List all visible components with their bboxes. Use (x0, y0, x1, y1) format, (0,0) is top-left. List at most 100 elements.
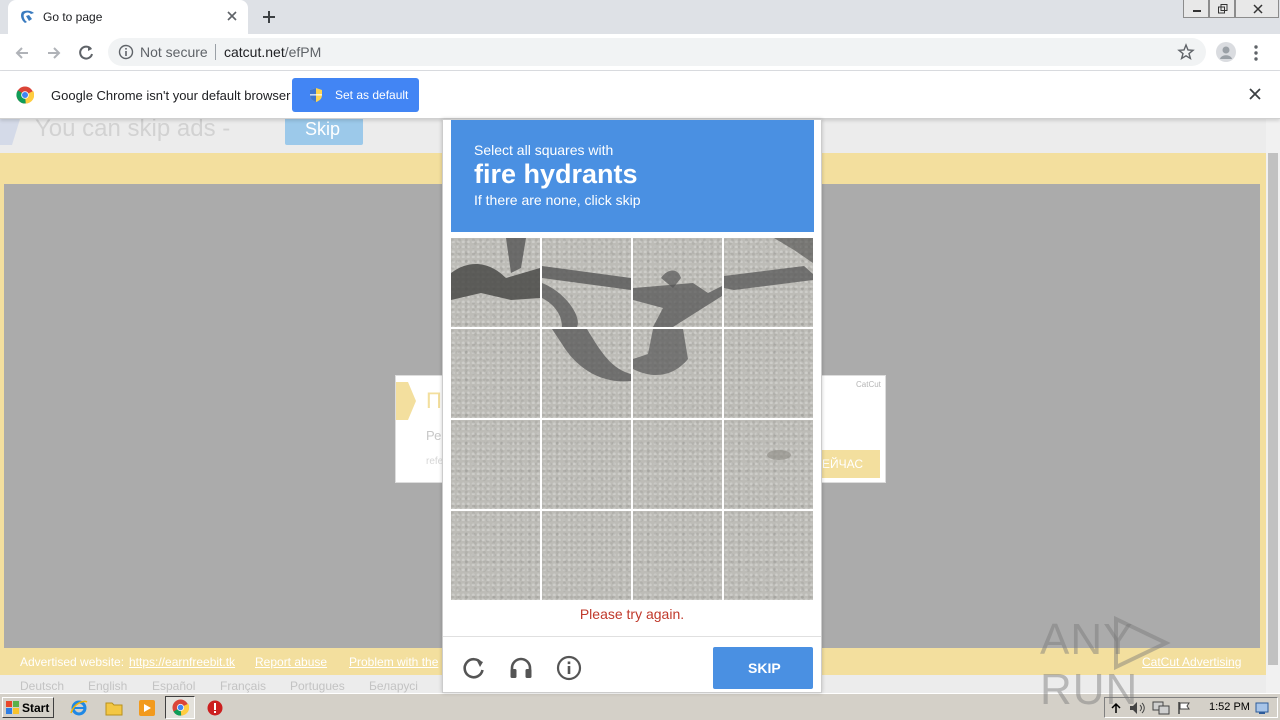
url-text: catcut.net/efPM (224, 44, 321, 60)
captcha-tile[interactable] (451, 511, 540, 600)
captcha-tile[interactable] (542, 329, 631, 418)
ad-cta-button[interactable]: ЕЙЧАС (816, 450, 880, 478)
browser-tab[interactable]: Go to page (8, 0, 248, 34)
captcha-error: Please try again. (579, 606, 685, 622)
lang-link[interactable]: Français (220, 679, 266, 693)
media-player-icon[interactable] (138, 699, 156, 717)
tile-image (542, 266, 631, 327)
menu-kebab-icon[interactable] (1253, 44, 1259, 62)
tab-strip: Go to page (0, 0, 1280, 34)
lang-link[interactable]: Беларусi (369, 679, 418, 693)
ad-cta-label: ЕЙЧАС (822, 457, 864, 471)
start-button[interactable]: Start (2, 697, 54, 718)
close-window-button[interactable] (1235, 0, 1279, 18)
set-as-default-label: Set as default (335, 88, 409, 102)
omnibox-separator (215, 44, 216, 60)
play-logo-icon (1114, 615, 1171, 671)
watermark-right: RUN (1040, 665, 1139, 714)
captcha-tile[interactable] (542, 511, 631, 600)
lang-link[interactable]: Deutsch (20, 679, 64, 693)
tile-image (552, 329, 631, 382)
captcha-instruction: Select all squares with (474, 142, 614, 158)
scrollbar-thumb[interactable] (1268, 153, 1278, 665)
close-infobar-icon[interactable] (1249, 88, 1261, 100)
profile-avatar-icon[interactable] (1216, 42, 1236, 62)
audio-challenge-icon[interactable] (508, 655, 534, 681)
lang-link[interactable]: Español (152, 679, 195, 693)
captcha-footer: SKIP (443, 636, 821, 693)
ad-line2: refe (426, 456, 444, 467)
back-arrow-icon[interactable] (12, 43, 32, 63)
url-path: /efPM (284, 44, 322, 60)
default-browser-infobar: Google Chrome isn't your default browser… (0, 71, 1280, 119)
reload-icon[interactable] (76, 43, 96, 63)
captcha-target: fire hydrants (474, 159, 638, 189)
chrome-logo-icon (16, 86, 34, 104)
person-icon (1220, 46, 1232, 59)
captcha-tile[interactable] (542, 420, 631, 509)
tab-title: Go to page (43, 10, 103, 24)
captcha-tile[interactable] (724, 420, 813, 509)
skip-ads-text: You can skip ads - (35, 119, 231, 142)
ad-heading: П (426, 388, 442, 413)
restore-icon (1218, 4, 1228, 14)
tile-image (633, 329, 688, 375)
chrome-taskbar-button[interactable] (165, 696, 195, 719)
captcha-tile[interactable] (724, 511, 813, 600)
infobar-message: Google Chrome isn't your default browser (51, 88, 291, 103)
address-bar[interactable]: Not secure catcut.net/efPM (108, 38, 1206, 66)
captcha-tile[interactable] (451, 420, 540, 509)
captcha-tile[interactable] (633, 511, 722, 600)
captcha-tile[interactable] (451, 329, 540, 418)
close-icon (1253, 4, 1263, 14)
tile-image (633, 270, 722, 327)
catcut-logo-icon (21, 10, 34, 23)
captcha-tile[interactable] (542, 238, 631, 327)
captcha-tile[interactable] (633, 420, 722, 509)
anyrun-watermark: ANYRUN (1040, 615, 1280, 715)
captcha-skip-label: SKIP (748, 660, 781, 676)
bookmark-star-icon[interactable] (1177, 43, 1195, 61)
skip-ads-button[interactable]: Skip (285, 119, 363, 145)
captcha-header: Select all squares with fire hydrants If… (451, 120, 814, 232)
advertised-label: Advertised website: (20, 655, 125, 669)
skip-ribbon (0, 119, 20, 145)
captcha-tile[interactable] (633, 329, 722, 418)
captcha-tile[interactable] (724, 329, 813, 418)
minimize-button[interactable] (1183, 0, 1209, 18)
internet-explorer-icon[interactable] (70, 699, 88, 717)
shield-icon (310, 88, 322, 102)
stop-sign-icon[interactable] (206, 699, 224, 717)
file-explorer-icon[interactable] (105, 699, 123, 717)
url-host: catcut.net (224, 44, 285, 60)
ad-chevron (396, 382, 416, 420)
set-as-default-button[interactable]: Set as default (292, 78, 419, 112)
lang-link[interactable]: Portugues (290, 679, 345, 693)
browser-toolbar: Not secure catcut.net/efPM (0, 34, 1280, 71)
captcha-skip-button[interactable]: SKIP (713, 647, 813, 689)
vertical-scrollbar[interactable] (1266, 119, 1280, 693)
skip-ads-label: Skip (305, 119, 341, 139)
report-abuse-link[interactable]: Report abuse (255, 655, 327, 669)
info-icon[interactable] (118, 44, 134, 60)
problem-link[interactable]: Problem with the (349, 655, 438, 669)
advertised-link[interactable]: https://earnfreebit.tk (129, 655, 235, 669)
chrome-icon (172, 699, 189, 716)
tile-image (724, 238, 813, 290)
captcha-grid (451, 238, 813, 600)
new-tab-icon[interactable] (260, 8, 278, 26)
captcha-challenge: Select all squares with fire hydrants If… (442, 119, 822, 693)
minimize-icon (1193, 10, 1201, 12)
windows-logo-icon (6, 701, 19, 714)
forward-arrow-icon[interactable] (44, 43, 64, 63)
close-tab-icon[interactable] (224, 8, 240, 24)
restore-button[interactable] (1209, 0, 1235, 18)
tile-image (767, 450, 791, 460)
captcha-tile[interactable] (633, 238, 722, 327)
info-challenge-icon[interactable] (556, 655, 582, 681)
captcha-tile[interactable] (724, 238, 813, 327)
captcha-tile[interactable] (451, 238, 540, 327)
start-label: Start (22, 701, 50, 715)
lang-link[interactable]: English (88, 679, 127, 693)
reload-challenge-icon[interactable] (461, 655, 487, 681)
